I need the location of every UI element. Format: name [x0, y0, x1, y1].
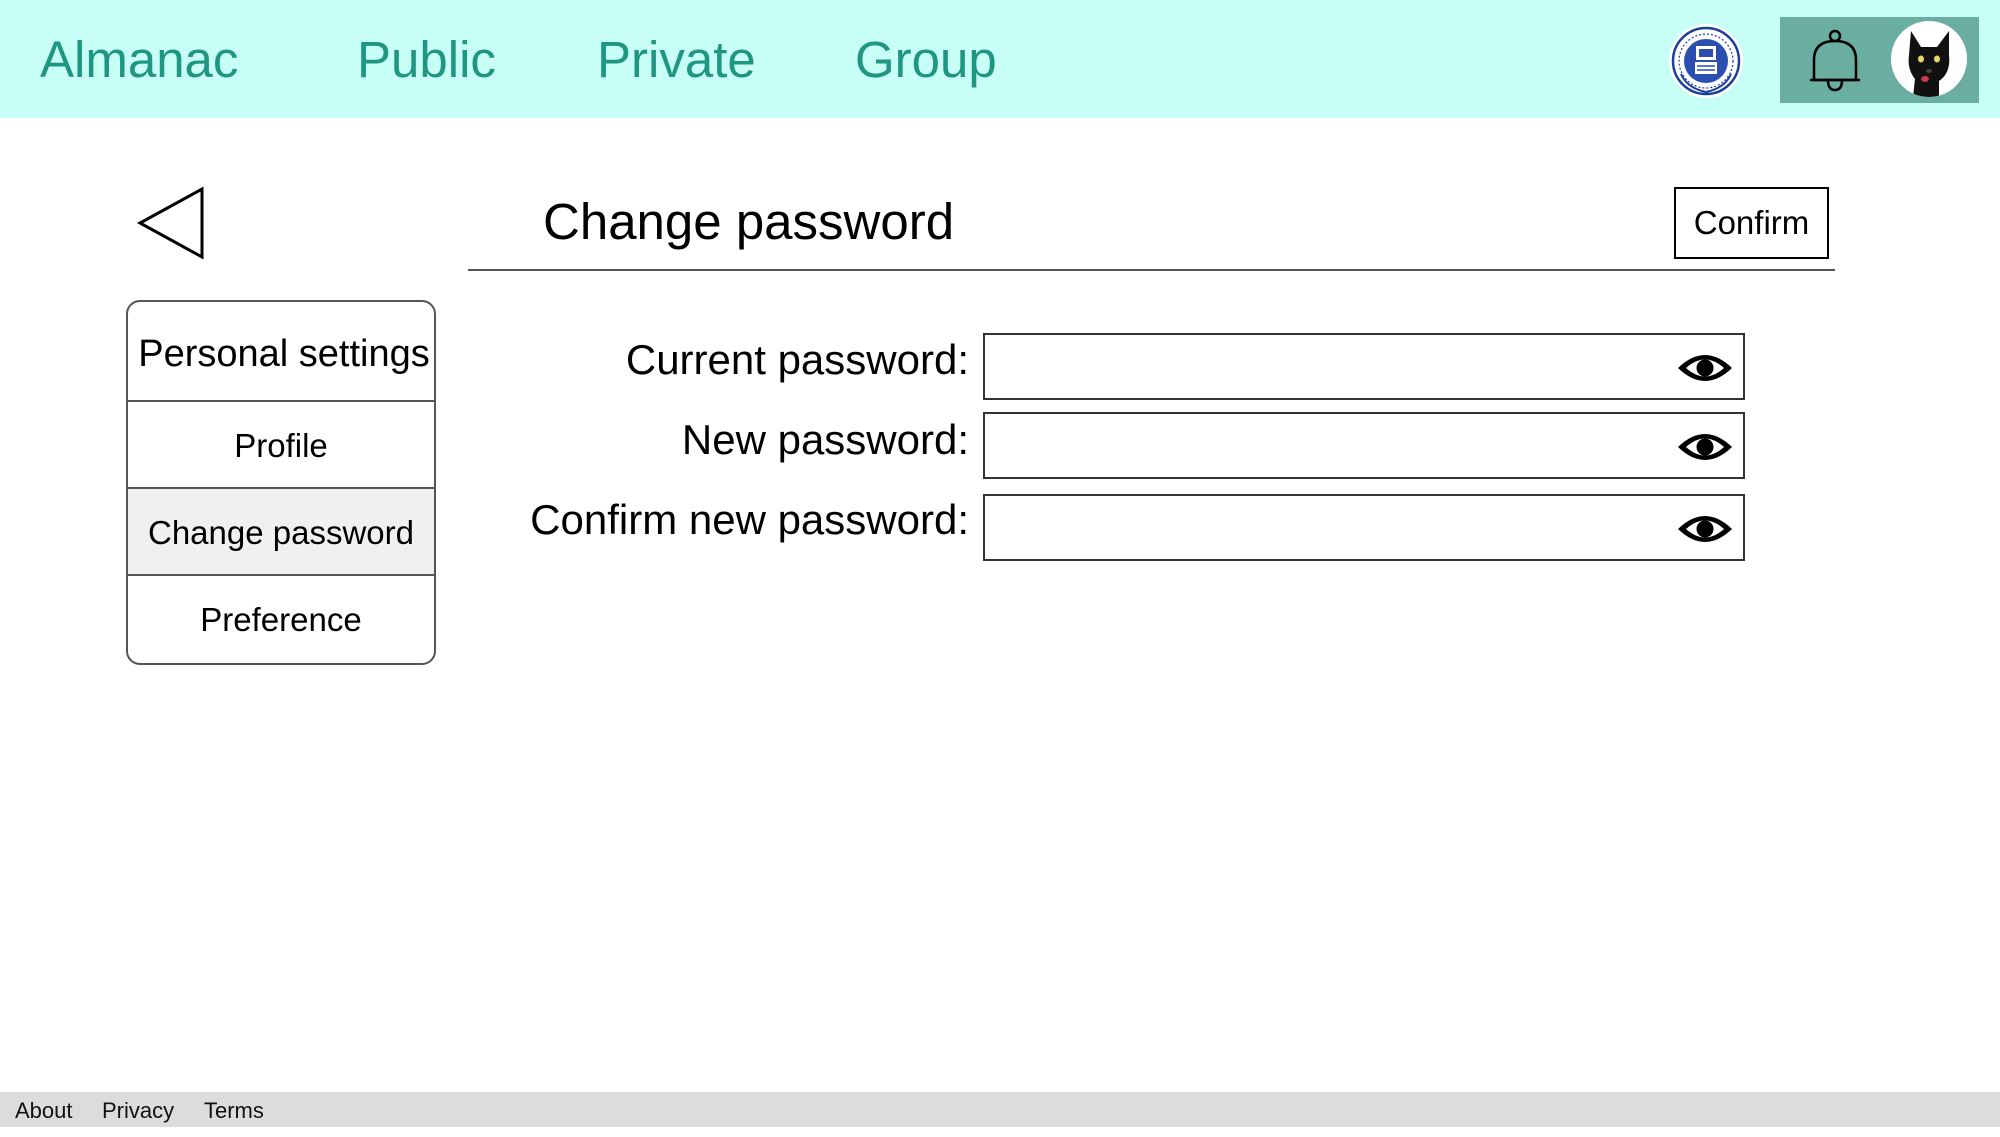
confirm-new-password-field — [983, 494, 1745, 561]
nav-link-public[interactable]: Public — [357, 28, 496, 92]
confirm-new-password-input[interactable] — [985, 496, 1673, 559]
current-password-field — [983, 333, 1745, 400]
footer: About Privacy Terms — [0, 1092, 2000, 1127]
nav-link-group[interactable]: Group — [855, 28, 997, 92]
menu-item-profile[interactable]: Profile — [128, 402, 434, 489]
nav-link-private[interactable]: Private — [597, 28, 756, 92]
current-password-label: Current password: — [625, 336, 969, 383]
eye-icon[interactable] — [1675, 427, 1735, 467]
settings-menu: Personal settings Profile Change passwor… — [126, 300, 436, 665]
bell-icon[interactable] — [1804, 28, 1866, 94]
university-seal-icon — [1669, 24, 1743, 98]
confirm-button[interactable]: Confirm — [1674, 187, 1829, 259]
avatar[interactable] — [1891, 21, 1967, 97]
footer-link-about[interactable]: About — [15, 1092, 73, 1127]
new-password-field — [983, 412, 1745, 479]
menu-header: Personal settings — [128, 302, 434, 402]
footer-link-terms[interactable]: Terms — [204, 1092, 264, 1127]
eye-icon[interactable] — [1675, 348, 1735, 388]
confirm-new-password-label: Confirm new password: — [530, 496, 969, 543]
menu-item-change-password[interactable]: Change password — [128, 489, 434, 576]
page-title: Change password — [543, 193, 955, 250]
top-nav-bar: Almanac Public Private Group — [0, 0, 2000, 118]
current-password-input[interactable] — [985, 335, 1673, 398]
footer-link-privacy[interactable]: Privacy — [102, 1092, 174, 1127]
new-password-input[interactable] — [985, 414, 1673, 477]
back-triangle-icon[interactable] — [136, 186, 206, 260]
brand-link[interactable]: Almanac — [40, 28, 238, 92]
menu-item-preference[interactable]: Preference — [128, 576, 434, 663]
eye-icon[interactable] — [1675, 509, 1735, 549]
new-password-label: New password: — [681, 416, 969, 463]
title-divider — [468, 269, 1835, 271]
